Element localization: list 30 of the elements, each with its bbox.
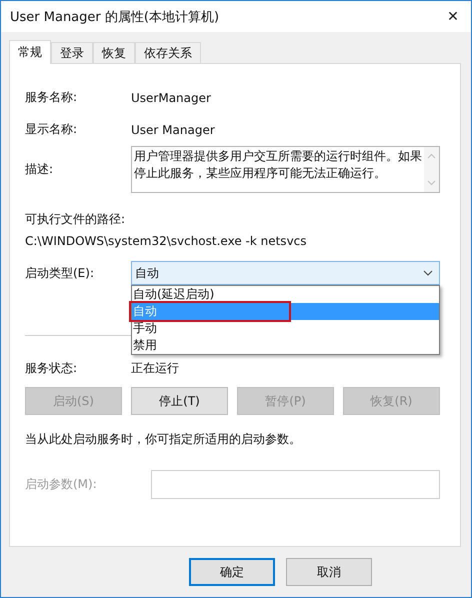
service-button[interactable]: 停止(T) [131, 387, 228, 415]
field-label: 服务状态: [25, 360, 78, 377]
dropdown-option[interactable]: 手动 [132, 320, 439, 337]
field-value: User Manager [131, 122, 215, 136]
tab[interactable]: 恢复 [93, 42, 135, 63]
hint-text: 当从此处启动服务时，你可指定所适用的启动参数。 [25, 431, 302, 448]
path-text: C:\WINDOWS\system32\svchost.exe -k netsvcs [25, 234, 308, 248]
field-label: 可执行文件的路径: [25, 211, 126, 228]
description-box[interactable]: 用户管理器提供多用户交互所需要的运行时组件。如果停止此服务，某些应用程序可能无法正确运行。 [131, 146, 440, 193]
tab[interactable]: 登录 [51, 42, 93, 63]
dropdown-option[interactable]: 自动(延迟启动) [132, 286, 439, 303]
field-label: 启动参数(M): [25, 476, 98, 493]
field-label: 显示名称: [25, 121, 78, 138]
field-value: UserManager [131, 90, 211, 104]
dropdown-option[interactable]: 禁用 [132, 337, 439, 354]
scroll-down-icon[interactable] [427, 180, 436, 186]
field-label: 描述: [25, 161, 54, 178]
close-button[interactable]: ✕ [443, 8, 463, 24]
dialog-button[interactable]: 确定 [189, 558, 275, 586]
tab[interactable]: 依存关系 [135, 42, 201, 63]
field-label: 服务名称: [25, 89, 78, 106]
startup-type-dropdown[interactable]: 自动 [131, 261, 440, 285]
chevron-down-icon[interactable] [423, 270, 433, 276]
tab[interactable]: 常规 [9, 40, 51, 64]
scroll-up-icon[interactable] [427, 153, 436, 159]
dialog-button[interactable]: 取消 [286, 558, 372, 586]
window-title: User Manager 的属性(本地计算机) [10, 8, 220, 26]
scrollbar[interactable] [424, 147, 439, 192]
field-value: 正在运行 [131, 360, 179, 377]
field-label: 启动类型(E): [25, 264, 95, 282]
